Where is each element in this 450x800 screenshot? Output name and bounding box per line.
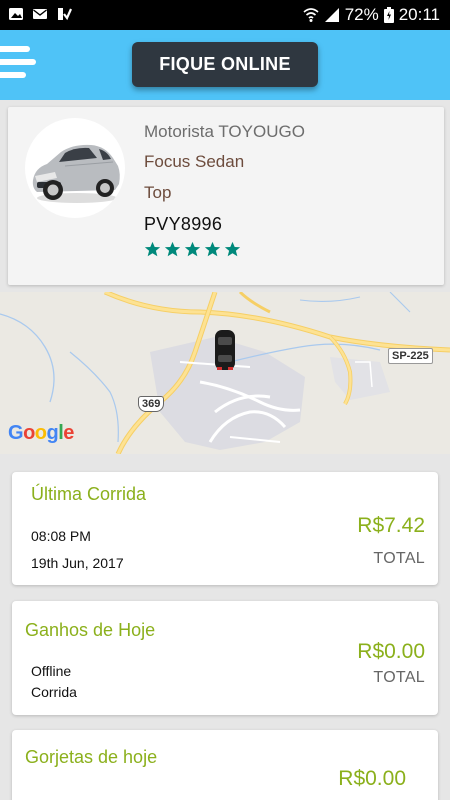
last-ride-time: 08:08 PM [31,528,91,544]
last-ride-amount: R$7.42 [357,514,425,537]
today-earnings-line1: Offline [31,663,72,679]
car-plate: PVY8996 [144,214,223,234]
app-notification-icon [58,8,72,21]
today-tips-amount: R$0.00 [338,767,406,790]
car-marker-icon [215,330,235,370]
last-ride-title: Última Corrida [31,484,147,504]
last-ride-total-label: TOTAL [373,550,425,567]
star-icon [224,241,241,257]
driver-rating [144,241,305,258]
star-icon [184,241,201,257]
clock: 20:11 [398,5,440,24]
google-logo: Google [8,422,74,444]
driver-info: Motorista TOYOUGO Focus Sedan Top PVY899… [144,119,305,258]
wifi-icon [303,8,319,22]
last-ride-card[interactable]: Última Corrida 08:08 PM 19th Jun, 2017 R… [12,472,438,585]
driver-name: Motorista TOYOUGO [144,122,305,141]
road-label-sp225: SP-225 [388,348,433,364]
battery-percent: 72% [344,5,379,24]
last-ride-date: 19th Jun, 2017 [31,555,124,571]
road-label-369: 369 [138,396,165,412]
map-view[interactable]: SP-225 369 Google [0,292,450,454]
today-earnings-amount: R$0.00 [357,640,425,663]
driver-card: Motorista TOYOUGO Focus Sedan Top PVY899… [8,107,444,285]
app-header: FIQUE ONLINE [0,30,450,100]
star-icon [144,241,161,257]
star-icon [204,241,221,257]
today-tips-card[interactable]: Gorjetas de hoje R$0.00 [12,730,438,800]
battery-icon [383,7,394,23]
go-online-button[interactable]: FIQUE ONLINE [132,42,318,87]
today-earnings-title: Ganhos de Hoje [25,620,156,640]
car-model: Focus Sedan [144,152,245,171]
mail-icon [33,9,47,19]
today-tips-title: Gorjetas de hoje [25,747,158,767]
notification-icons [8,6,72,22]
today-earnings-card[interactable]: Ganhos de Hoje Offline Corrida R$0.00 TO… [12,601,438,715]
car-category: Top [144,183,172,202]
car-avatar [25,118,125,218]
star-icon [164,241,181,257]
menu-icon[interactable] [0,44,40,84]
signal-icon [324,8,339,22]
status-bar: 72% 20:11 [0,0,450,30]
system-icons: 72% 20:11 [303,5,440,25]
car-image [32,144,120,203]
today-earnings-total-label: TOTAL [373,669,425,686]
today-earnings-line2: Corrida [31,684,77,700]
image-icon [9,8,23,20]
